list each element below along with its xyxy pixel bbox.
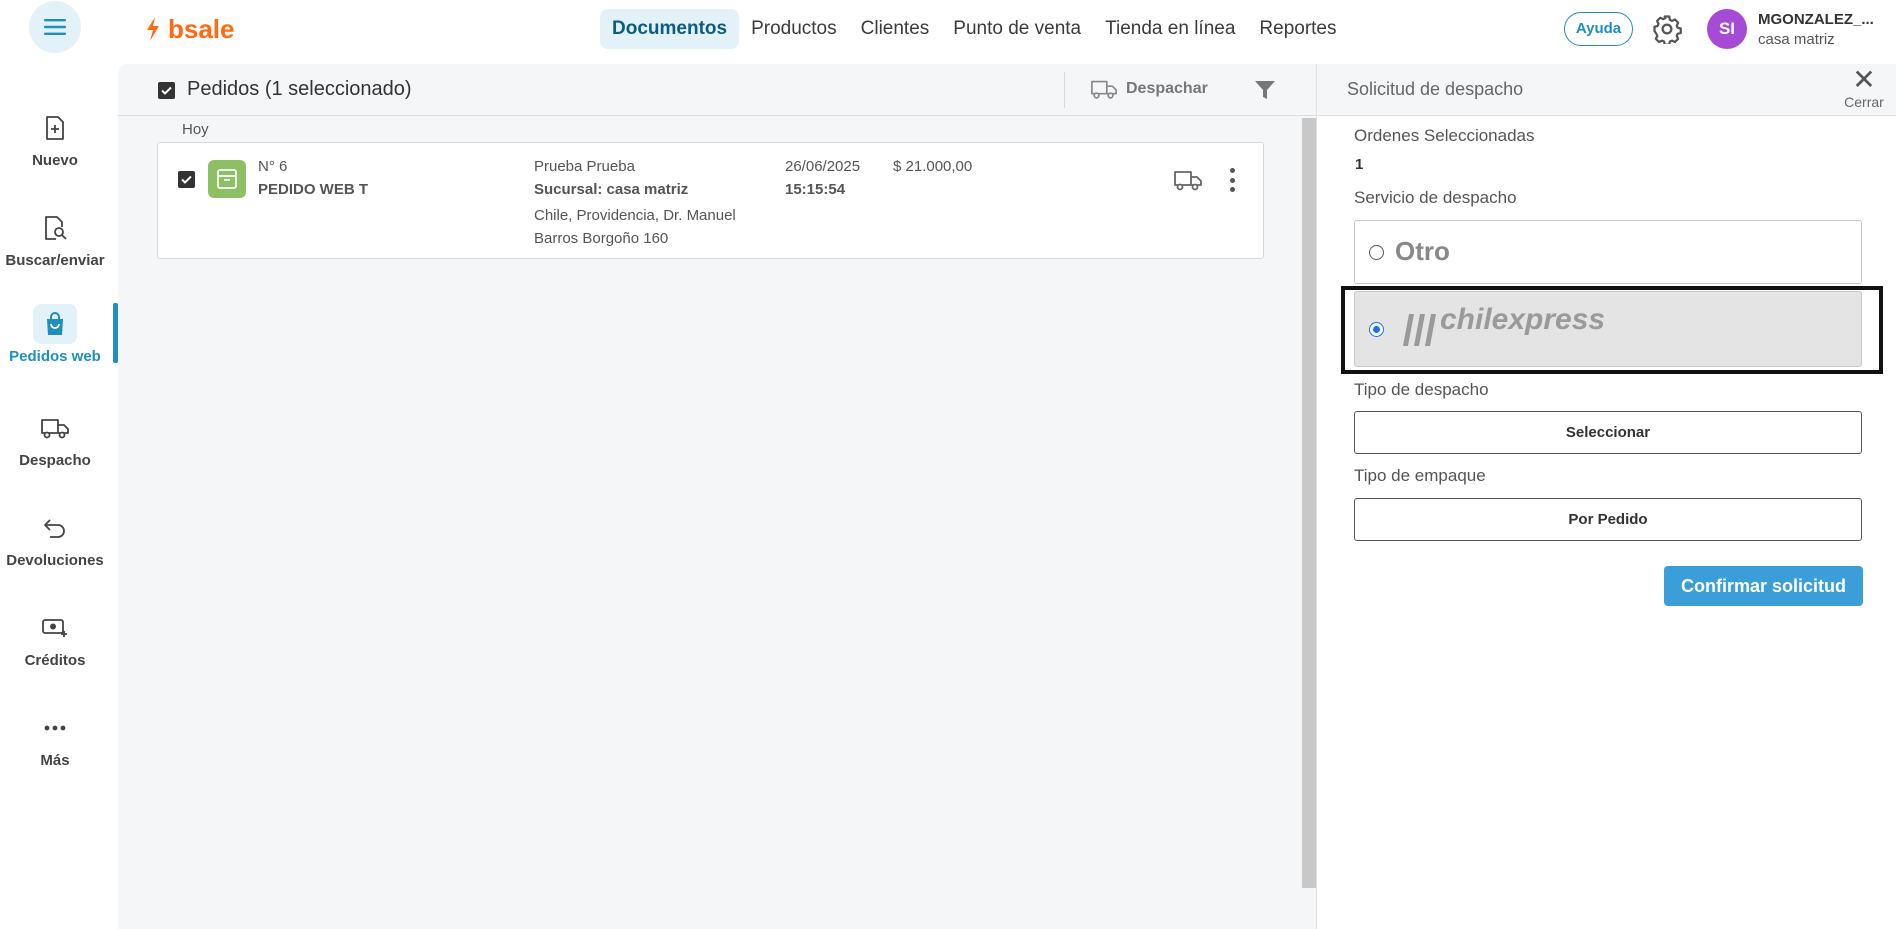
sidebar: Nuevo Buscar/enviar Pedidos web Despacho… — [0, 58, 118, 929]
top-bar: bsale Documentos Productos Clientes Punt… — [0, 0, 1896, 58]
dispatch-button[interactable]: Despachar — [1090, 78, 1208, 100]
service-label: Servicio de despacho — [1354, 188, 1517, 207]
sidebar-label-pedidos-web: Pedidos web — [9, 348, 101, 365]
sidebar-label-creditos: Créditos — [24, 652, 86, 669]
return-icon-wrap — [33, 508, 77, 548]
bsale-logo[interactable]: bsale — [144, 12, 235, 46]
hamburger-icon — [44, 19, 66, 35]
package-type-select[interactable]: Por Pedido — [1354, 498, 1862, 541]
nav-clientes[interactable]: Clientes — [849, 9, 942, 49]
sidebar-item-pedidos-web[interactable]: Pedidos web — [0, 304, 110, 365]
truck-icon-wrap — [33, 408, 77, 448]
check-icon — [161, 86, 172, 95]
nav-documentos[interactable]: Documentos — [600, 9, 740, 49]
panel-title: Solicitud de despacho — [1347, 79, 1524, 99]
orders-selected-count: 1 — [1355, 156, 1364, 173]
shopping-bag-icon — [47, 312, 63, 335]
header-divider — [1064, 72, 1065, 108]
user-branch: casa matriz — [1758, 31, 1835, 48]
sidebar-item-devoluciones[interactable]: Devoluciones — [0, 508, 110, 569]
dispatch-request-panel: Solicitud de despacho ✕ Cerrar Ordenes S… — [1316, 64, 1896, 929]
filter-icon[interactable] — [1253, 78, 1277, 102]
sidebar-label-nuevo: Nuevo — [32, 152, 78, 169]
sidebar-item-mas[interactable]: Más — [0, 708, 110, 769]
service-option-chilexpress[interactable]: chilexpress — [1354, 291, 1862, 367]
order-type: PEDIDO WEB T — [258, 181, 369, 198]
archive-box-icon — [217, 169, 237, 189]
credits-icon-wrap — [33, 608, 77, 648]
search-document-icon-wrap — [33, 208, 77, 248]
order-time: 15:15:54 — [785, 181, 846, 198]
main-nav: Documentos Productos Clientes Punto de v… — [600, 9, 1349, 49]
avatar[interactable]: SI — [1707, 9, 1747, 49]
group-label: Hoy — [182, 121, 209, 138]
order-card[interactable]: N° 6 PEDIDO WEB T Prueba Prueba Sucursal… — [157, 142, 1264, 259]
search-document-icon — [45, 216, 67, 240]
radio-otro[interactable] — [1369, 245, 1384, 260]
new-document-icon — [46, 116, 64, 140]
list-title: Pedidos (1 seleccionado) — [187, 78, 412, 100]
panel-header: Solicitud de despacho ✕ Cerrar — [1317, 64, 1896, 116]
new-document-icon-wrap — [33, 108, 77, 148]
dispatch-label: Despachar — [1126, 80, 1208, 97]
sidebar-label-buscar-enviar: Buscar/enviar — [5, 252, 105, 269]
close-icon: ✕ — [1852, 64, 1876, 95]
confirm-request-button[interactable]: Confirmar solicitud — [1664, 566, 1863, 606]
sidebar-item-nuevo[interactable]: Nuevo — [0, 108, 110, 169]
orders-selected-label: Ordenes Seleccionadas — [1354, 126, 1535, 145]
credits-icon — [42, 619, 67, 637]
orders-list-area: Pedidos (1 seleccionado) Despachar Hoy N… — [118, 64, 1316, 929]
order-amount: $ 21.000,00 — [893, 158, 973, 175]
dispatch-type-label: Tipo de despacho — [1354, 380, 1489, 399]
order-type-icon — [208, 160, 246, 198]
chilexpress-logo-icon — [1403, 314, 1436, 346]
close-label: Cerrar — [1844, 94, 1884, 110]
option-chilexpress-label: chilexpress — [1440, 303, 1606, 336]
list-header: Pedidos (1 seleccionado) Despachar — [118, 64, 1316, 116]
sidebar-label-mas: Más — [40, 752, 70, 769]
logo-text: bsale — [168, 13, 235, 44]
check-icon — [181, 175, 192, 184]
hamburger-menu-button[interactable] — [29, 1, 81, 53]
sidebar-label-devoluciones: Devoluciones — [6, 552, 104, 569]
order-branch: Sucursal: casa matriz — [534, 181, 689, 198]
order-number: N° 6 — [258, 158, 288, 175]
order-client: Prueba Prueba — [534, 158, 635, 175]
sidebar-item-despacho[interactable]: Despacho — [0, 408, 110, 469]
scrollbar[interactable] — [1302, 118, 1316, 888]
close-button[interactable]: ✕ Cerrar — [1839, 64, 1889, 114]
shopping-bag-icon-wrap — [33, 304, 77, 344]
nav-tienda-en-linea[interactable]: Tienda en línea — [1093, 9, 1247, 49]
order-address: Chile, Providencia, Dr. Manuel Barros Bo… — [534, 207, 736, 247]
return-icon — [44, 519, 65, 538]
dispatch-type-select[interactable]: Seleccionar — [1354, 411, 1862, 454]
order-date: 26/06/2025 — [785, 158, 861, 175]
bsale-logo-icon — [147, 17, 159, 41]
select-all-checkbox[interactable] — [158, 82, 175, 99]
help-button[interactable]: Ayuda — [1564, 12, 1633, 46]
truck-icon — [1091, 80, 1117, 99]
sidebar-item-buscar-enviar[interactable]: Buscar/enviar — [0, 208, 110, 269]
truck-icon — [41, 419, 69, 439]
sidebar-label-despacho: Despacho — [19, 452, 91, 469]
nav-punto-de-venta[interactable]: Punto de venta — [941, 9, 1093, 49]
sidebar-item-creditos[interactable]: Créditos — [0, 608, 110, 669]
nav-reportes[interactable]: Reportes — [1247, 9, 1348, 49]
option-otro-label: Otro — [1395, 236, 1450, 266]
more-icon-wrap — [33, 708, 77, 748]
more-icon — [44, 725, 66, 731]
nav-productos[interactable]: Productos — [739, 9, 849, 49]
truck-icon[interactable] — [1173, 167, 1203, 193]
gear-icon[interactable] — [1652, 14, 1682, 44]
order-checkbox[interactable] — [178, 171, 195, 188]
service-option-otro[interactable]: Otro — [1354, 220, 1862, 284]
radio-chilexpress[interactable] — [1369, 322, 1384, 337]
user-name[interactable]: MGONZALEZ_... — [1758, 11, 1878, 28]
package-type-label: Tipo de empaque — [1354, 466, 1486, 485]
kebab-menu-icon[interactable] — [1224, 165, 1240, 195]
